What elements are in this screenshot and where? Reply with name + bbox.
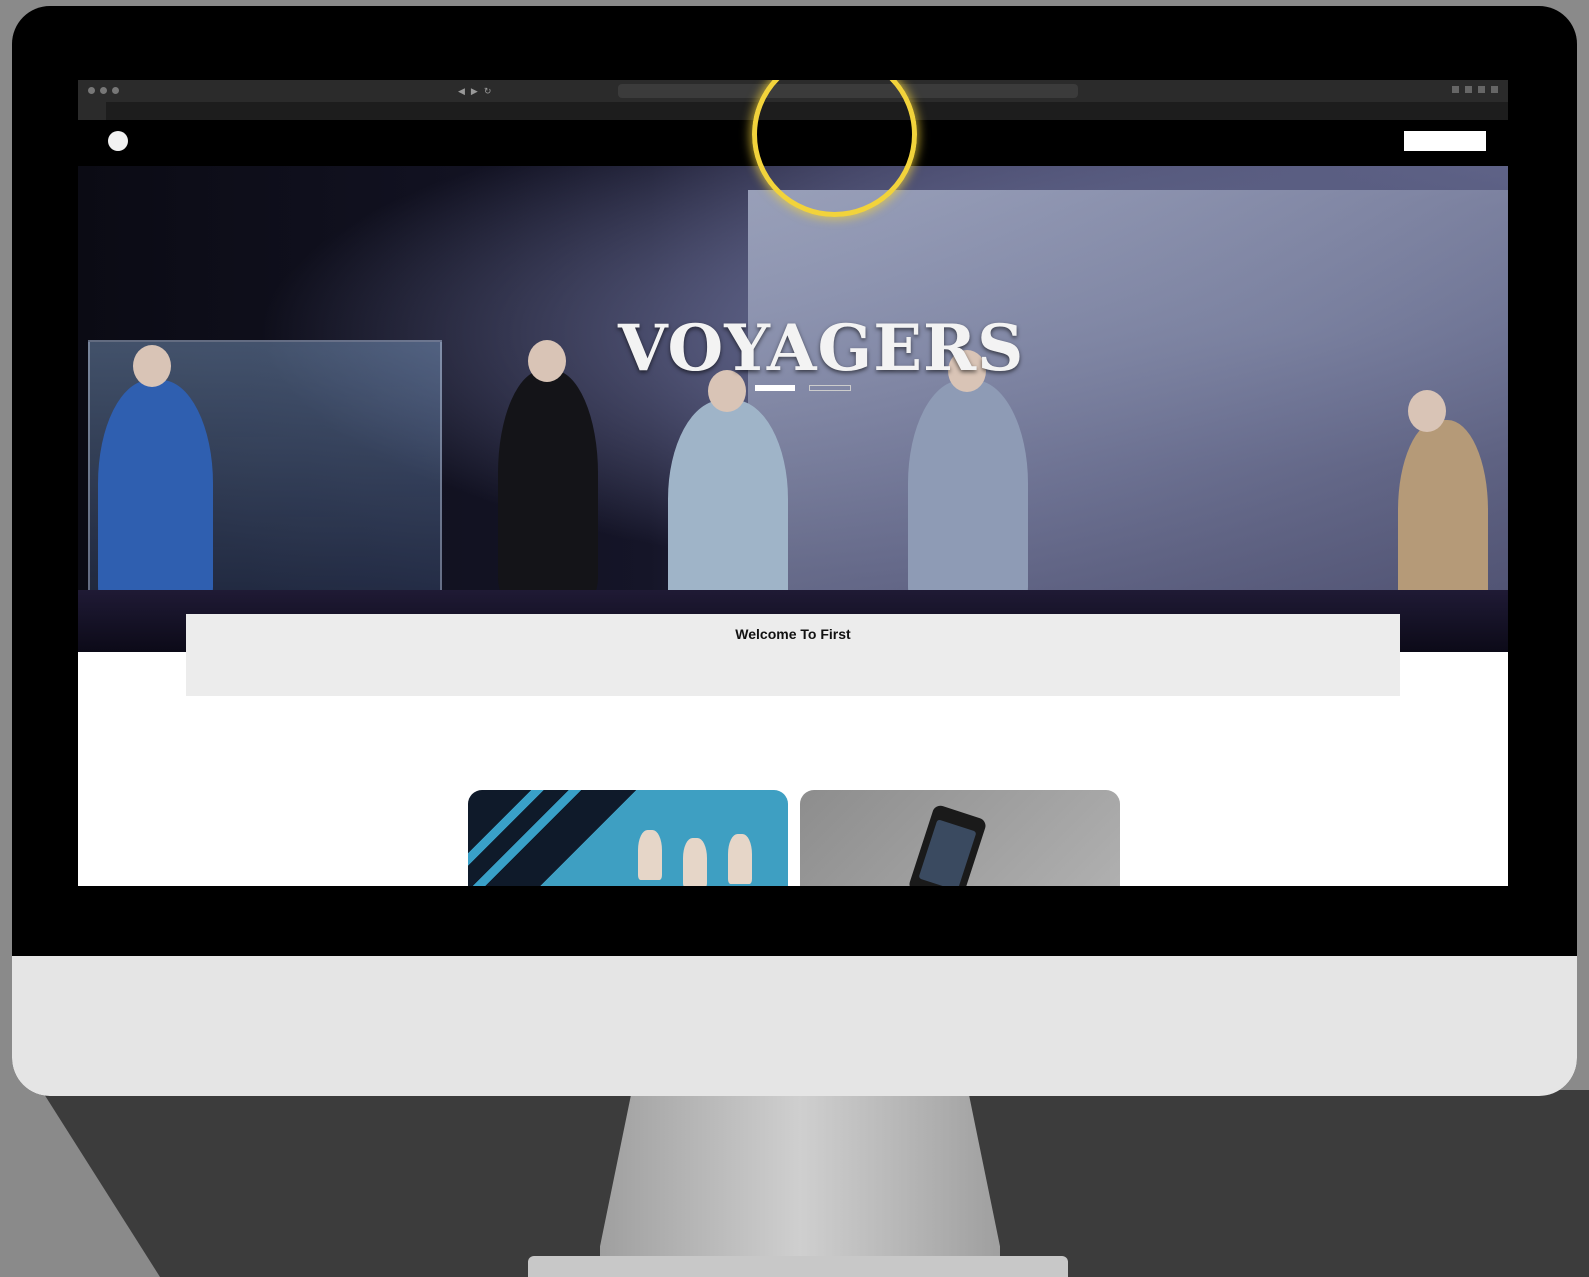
hero-title: VOYAGERS [618, 311, 1025, 386]
browser-nav-controls[interactable]: ◀ ▶ ↻ [458, 86, 491, 97]
monitor-chin [12, 956, 1577, 1096]
screen: ◀ ▶ ↻ VOYAGERS Welcome To First [78, 80, 1508, 886]
browser-tab[interactable] [134, 102, 162, 120]
monitor-stand-base [528, 1256, 1068, 1277]
hero-logo: VOYAGERS [618, 311, 1025, 391]
feature-card-worship[interactable] [468, 790, 788, 886]
logo-icon[interactable] [108, 131, 128, 151]
performer-head [528, 340, 566, 382]
feature-card-app[interactable] [800, 790, 1120, 886]
phone-image [907, 803, 988, 886]
card-figure [638, 830, 662, 880]
hero-tag-button[interactable] [755, 385, 795, 391]
cta-button[interactable] [1404, 131, 1486, 151]
performer [668, 400, 788, 620]
card-figure [683, 838, 707, 886]
welcome-title: Welcome To First [735, 626, 851, 642]
browser-tab[interactable] [78, 102, 106, 120]
phone-screen [918, 819, 977, 886]
performer [908, 380, 1028, 610]
browser-actions[interactable] [1452, 86, 1498, 93]
stage-screen [748, 190, 1508, 610]
browser-tab[interactable] [106, 102, 134, 120]
performer-head [133, 345, 171, 387]
performer [98, 380, 213, 610]
card-figure [728, 834, 752, 884]
welcome-section: Welcome To First [186, 614, 1400, 696]
monitor-stand [600, 1090, 1000, 1260]
performer-head [1408, 390, 1446, 432]
website: VOYAGERS Welcome To First [78, 120, 1508, 886]
monitor: ◀ ▶ ↻ VOYAGERS Welcome To First [12, 6, 1577, 1096]
performer [498, 370, 598, 600]
window-buttons[interactable] [88, 87, 119, 94]
hero-tag-button[interactable] [809, 385, 851, 391]
